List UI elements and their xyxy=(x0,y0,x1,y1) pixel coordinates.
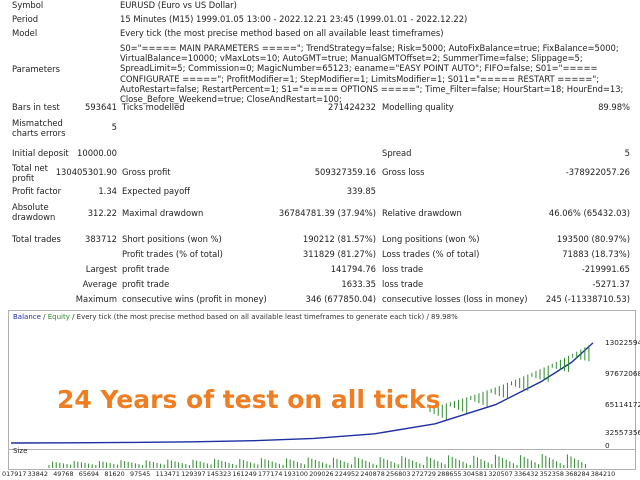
bars-label: Bars in test xyxy=(12,102,60,112)
max-wins-value: 346 (677850.04) xyxy=(305,294,376,304)
x-tick-label: 224952 xyxy=(334,470,360,478)
ticks-value: 271424232 xyxy=(328,102,376,112)
overlay-text: 24 Years of test on all ticks xyxy=(57,385,441,414)
abs-dd-value: 312.22 xyxy=(87,208,117,218)
params-value: S0="===== MAIN PARAMETERS ====="; TrendS… xyxy=(120,43,624,105)
x-tick-label: 113471 xyxy=(155,470,180,478)
x-tick-label: 129397 xyxy=(181,470,206,478)
average-label: Average xyxy=(82,279,117,289)
bars-value: 593641 xyxy=(85,102,117,112)
gross-loss-label: Gross loss xyxy=(382,167,425,177)
largest-profit-value: 141794.76 xyxy=(330,264,376,274)
size-panel: Size xyxy=(8,447,636,470)
mismatch-value: 5 xyxy=(111,122,117,132)
balance-chart: Balance / Equity / Every tick (the most … xyxy=(8,310,640,450)
params-label: Parameters xyxy=(12,64,60,74)
rel-dd-value: 46.06% (65432.03) xyxy=(548,208,630,218)
profit-trades-value: 311829 (81.27%) xyxy=(302,249,376,259)
x-tick-label: 288655 xyxy=(437,470,462,478)
x-tick-label: 177174 xyxy=(258,470,283,478)
loss-trades-value: 71883 (18.73%) xyxy=(562,249,630,259)
symbol-value: EURUSD (Euro vs US Dollar) xyxy=(120,0,237,10)
x-tick-label: 336432 xyxy=(514,470,539,478)
quality-label: Modelling quality xyxy=(382,102,454,112)
short-value: 190212 (81.57%) xyxy=(302,234,376,244)
x-tick-label: 193100 xyxy=(283,470,308,478)
gross-profit-label: Gross profit xyxy=(122,167,171,177)
ticks-label: Ticks modelled xyxy=(122,102,185,112)
largest-profit-label: profit trade xyxy=(122,264,170,274)
maximum-label: Maximum xyxy=(75,294,117,304)
max-dd-value: 36784781.39 (37.94%) xyxy=(278,208,376,218)
long-label: Long positions (won %) xyxy=(382,234,480,244)
trades-label: Total trades xyxy=(12,234,61,244)
x-tick-label: 97545 xyxy=(130,470,151,478)
x-tick-label: 65694 xyxy=(78,470,100,478)
period-label: Period xyxy=(12,14,39,24)
gross-loss-value: -378922057.26 xyxy=(565,167,630,177)
period-value: 15 Minutes (M15) 1999.01.05 13:00 - 2022… xyxy=(120,14,468,24)
x-tick-label: 320507 xyxy=(488,470,513,478)
avg-loss-value: -5271.37 xyxy=(592,279,630,289)
x-tick-label: 384210 xyxy=(590,470,616,478)
x-tick-label: 33842 xyxy=(27,470,48,478)
deposit-value: 10000.00 xyxy=(77,148,117,158)
x-tick-label: 368284 xyxy=(565,470,590,478)
x-tick-label: 161249 xyxy=(232,470,257,478)
pf-value: 1.34 xyxy=(98,186,117,196)
x-tick-label: 304581 xyxy=(462,470,488,478)
chart-plot xyxy=(10,342,594,444)
largest-label: Largest xyxy=(85,264,117,274)
max-dd-label: Maximal drawdown xyxy=(122,208,204,218)
loss-trades-label: Loss trades (% of total) xyxy=(382,249,480,259)
net-value: 130405301.90 xyxy=(55,167,117,177)
long-value: 193500 (80.97%) xyxy=(556,234,630,244)
y-label-3: 32557356 xyxy=(605,428,640,437)
x-tick-label: 240878 xyxy=(360,470,385,478)
largest-loss-label: loss trade xyxy=(382,264,424,274)
max-wins-label: consecutive wins (profit in money) xyxy=(122,294,267,304)
avg-profit-label: profit trade xyxy=(122,279,170,289)
max-losses-value: 245 (-11338710.53) xyxy=(545,294,630,304)
spread-value: 5 xyxy=(624,148,630,158)
x-tick-label: 49768 xyxy=(53,470,74,478)
x-tick-label: 272729 xyxy=(411,470,436,478)
symbol-label: Symbol xyxy=(12,0,44,10)
trades-value: 383712 xyxy=(85,234,117,244)
y-label-0: 130225942 xyxy=(605,338,640,347)
x-tick-label: 017917 xyxy=(2,470,27,478)
size-bars xyxy=(48,453,586,468)
model-value: Every tick (the most precise method base… xyxy=(120,28,444,38)
short-label: Short positions (won %) xyxy=(122,234,222,244)
avg-loss-label: loss trade xyxy=(382,279,424,289)
x-tick-label: 256803 xyxy=(386,470,411,478)
y-label-1: 97672068 xyxy=(605,369,640,378)
rel-dd-label: Relative drawdown xyxy=(382,208,462,218)
x-tick-label: 145323 xyxy=(206,470,232,478)
x-tick-label: 352358 xyxy=(539,470,564,478)
payoff-label: Expected payoff xyxy=(122,186,191,196)
payoff-value: 339.85 xyxy=(346,186,376,196)
gross-profit-value: 509327359.16 xyxy=(314,167,376,177)
y-label-2: 65114172 xyxy=(605,400,640,409)
pf-label: Profit factor xyxy=(12,186,62,196)
quality-value: 89.98% xyxy=(598,102,630,112)
profit-trades-label: Profit trades (% of total) xyxy=(122,249,223,259)
x-tick-label: 209026 xyxy=(309,470,334,478)
model-label: Model xyxy=(12,28,38,38)
avg-profit-value: 1633.35 xyxy=(341,279,376,289)
max-losses-label: consecutive losses (loss in money) xyxy=(382,294,528,304)
x-tick-label: 81620 xyxy=(104,470,125,478)
spread-label: Spread xyxy=(382,148,412,158)
largest-loss-value: -219991.65 xyxy=(581,264,630,274)
